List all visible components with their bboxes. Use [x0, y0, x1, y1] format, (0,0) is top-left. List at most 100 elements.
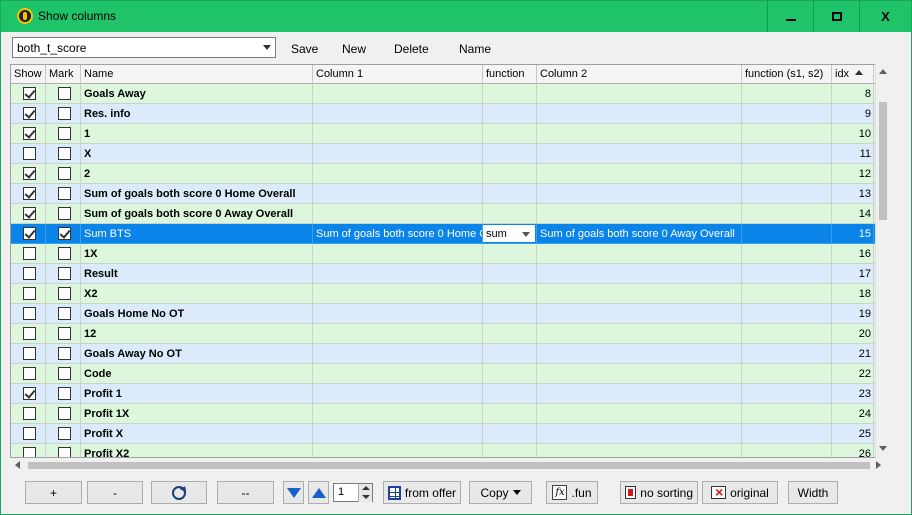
column1-cell[interactable]: [313, 304, 483, 324]
column2-cell[interactable]: [537, 124, 742, 144]
column-name-cell[interactable]: X: [81, 144, 313, 164]
show-checkbox[interactable]: [23, 247, 36, 260]
column-name-cell[interactable]: Profit 1: [81, 384, 313, 404]
function-cell[interactable]: [483, 244, 537, 264]
mark-checkbox[interactable]: [58, 387, 71, 400]
clear-button[interactable]: --: [217, 481, 274, 504]
mark-checkbox[interactable]: [58, 127, 71, 140]
function-s1s2-cell[interactable]: [742, 344, 832, 364]
idx-cell[interactable]: 12: [832, 164, 874, 184]
mark-checkbox[interactable]: [58, 427, 71, 440]
show-checkbox[interactable]: [23, 107, 36, 120]
mark-checkbox[interactable]: [58, 167, 71, 180]
function-s1s2-cell[interactable]: [742, 124, 832, 144]
column1-cell[interactable]: [313, 104, 483, 124]
scroll-up-icon[interactable]: [879, 69, 887, 74]
function-cell[interactable]: [483, 124, 537, 144]
column2-cell[interactable]: [537, 384, 742, 404]
table-row[interactable]: Sum of goals both score 0 Home Overall 13…: [11, 184, 888, 204]
column-name-cell[interactable]: Profit 1X: [81, 404, 313, 424]
column1-cell[interactable]: [313, 384, 483, 404]
header-mark[interactable]: Mark: [46, 65, 81, 84]
mark-checkbox[interactable]: [58, 407, 71, 420]
table-row[interactable]: 11044: [11, 124, 888, 144]
new-button[interactable]: New: [342, 42, 366, 56]
delete-button[interactable]: Delete: [394, 42, 429, 56]
column2-cell[interactable]: [537, 324, 742, 344]
function-cell[interactable]: [483, 404, 537, 424]
mark-checkbox[interactable]: [58, 227, 71, 240]
column2-cell[interactable]: [537, 364, 742, 384]
column1-cell[interactable]: Sum of goals both score 0 Home O: [313, 224, 483, 244]
header-idx[interactable]: idx: [832, 65, 874, 84]
function-s1s2-cell[interactable]: [742, 444, 832, 457]
mark-checkbox[interactable]: [58, 267, 71, 280]
column2-cell[interactable]: [537, 284, 742, 304]
idx-cell[interactable]: 20: [832, 324, 874, 344]
idx-cell[interactable]: 22: [832, 364, 874, 384]
preset-select[interactable]: both_t_score: [12, 37, 276, 58]
table-row[interactable]: Profit X22640: [11, 444, 888, 457]
show-checkbox[interactable]: [23, 387, 36, 400]
add-row-button[interactable]: +: [25, 481, 82, 504]
save-button[interactable]: Save: [291, 42, 318, 56]
column-name-cell[interactable]: Profit X: [81, 424, 313, 444]
header-function[interactable]: function: [483, 65, 537, 84]
vertical-scroll-thumb[interactable]: [879, 102, 887, 220]
idx-cell[interactable]: 24: [832, 404, 874, 424]
column-name-cell[interactable]: Code: [81, 364, 313, 384]
mark-checkbox[interactable]: [58, 307, 71, 320]
header-show[interactable]: Show: [11, 65, 46, 84]
function-s1s2-cell[interactable]: [742, 244, 832, 264]
spin-up-icon[interactable]: [358, 484, 372, 493]
function-cell[interactable]: [483, 324, 537, 344]
table-row[interactable]: 21240: [11, 164, 888, 184]
column-name-cell[interactable]: Sum of goals both score 0 Away Overall: [81, 204, 313, 224]
refresh-button[interactable]: [151, 481, 207, 504]
column-name-cell[interactable]: Sum of goals both score 0 Home Overall: [81, 184, 313, 204]
show-checkbox[interactable]: [23, 447, 36, 457]
move-up-button[interactable]: [308, 481, 329, 504]
function-button[interactable]: fx .fun: [546, 481, 598, 504]
column-name-cell[interactable]: Result: [81, 264, 313, 284]
function-cell[interactable]: [483, 384, 537, 404]
width-button[interactable]: Width: [788, 481, 838, 504]
table-row[interactable]: Profit 1X2440: [11, 404, 888, 424]
show-checkbox[interactable]: [23, 287, 36, 300]
show-checkbox[interactable]: [23, 187, 36, 200]
table-row[interactable]: X1140: [11, 144, 888, 164]
header-function-s1s2[interactable]: function (s1, s2): [742, 65, 832, 84]
function-s1s2-cell[interactable]: [742, 264, 832, 284]
function-cell[interactable]: [483, 144, 537, 164]
mark-checkbox[interactable]: [58, 367, 71, 380]
column-name-cell[interactable]: 1: [81, 124, 313, 144]
function-s1s2-cell[interactable]: [742, 284, 832, 304]
function-s1s2-cell[interactable]: [742, 84, 832, 104]
title-bar[interactable]: Show columns X: [1, 1, 911, 32]
minimize-button[interactable]: [767, 1, 813, 32]
column1-cell[interactable]: [313, 144, 483, 164]
mark-checkbox[interactable]: [58, 347, 71, 360]
function-cell[interactable]: [483, 444, 537, 457]
column2-cell[interactable]: [537, 424, 742, 444]
horizontal-scroll-thumb[interactable]: [28, 462, 870, 469]
column1-cell[interactable]: [313, 324, 483, 344]
column2-cell[interactable]: Sum of goals both score 0 Away Overall: [537, 224, 742, 244]
idx-cell[interactable]: 15: [832, 224, 874, 244]
column2-cell[interactable]: [537, 204, 742, 224]
function-s1s2-cell[interactable]: [742, 224, 832, 244]
remove-row-button[interactable]: -: [87, 481, 143, 504]
idx-cell[interactable]: 18: [832, 284, 874, 304]
function-s1s2-cell[interactable]: [742, 364, 832, 384]
horizontal-scrollbar[interactable]: [10, 458, 889, 472]
function-cell[interactable]: [483, 304, 537, 324]
column-name-cell[interactable]: X2: [81, 284, 313, 304]
column-name-cell[interactable]: Goals Away No OT: [81, 344, 313, 364]
column1-cell[interactable]: [313, 164, 483, 184]
show-checkbox[interactable]: [23, 227, 36, 240]
column-name-cell[interactable]: Sum BTS: [81, 224, 313, 244]
table-row[interactable]: Goals Away No OT2120: [11, 344, 888, 364]
column1-cell[interactable]: [313, 424, 483, 444]
show-checkbox[interactable]: [23, 167, 36, 180]
table-row[interactable]: Res. info924: [11, 104, 888, 124]
